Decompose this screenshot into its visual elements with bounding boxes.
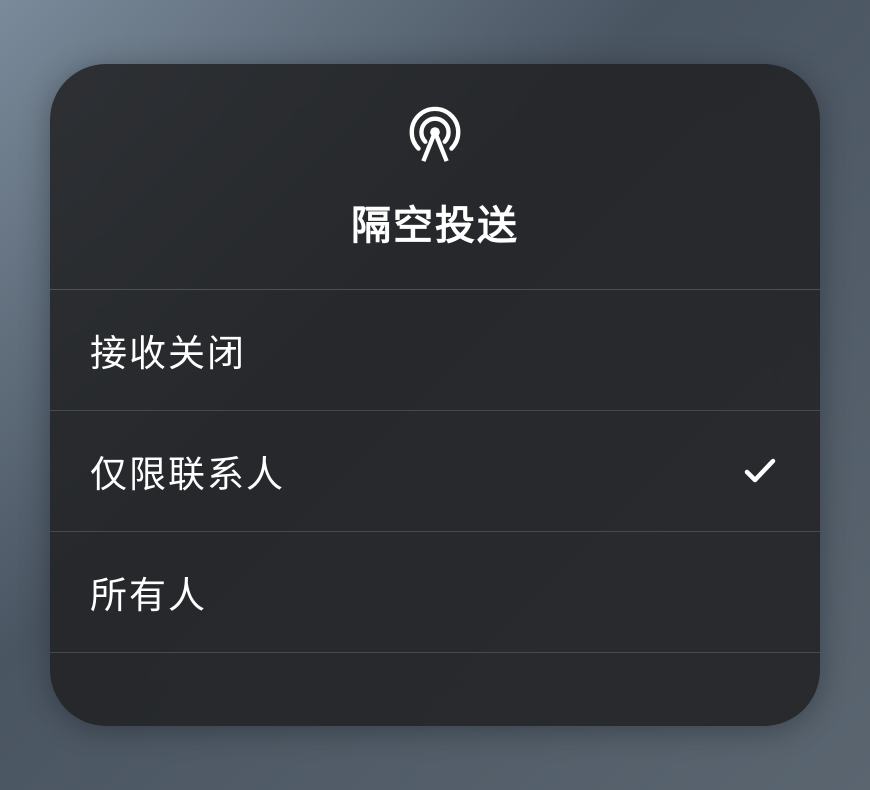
option-label: 所有人 [90, 565, 207, 619]
panel-header: 隔空投送 [50, 64, 820, 290]
airdrop-settings-panel: 隔空投送 接收关闭 仅限联系人 所有人 [50, 64, 820, 726]
checkmark-icon [740, 451, 780, 491]
option-label: 仅限联系人 [90, 444, 285, 498]
option-label: 接收关闭 [90, 323, 246, 377]
airdrop-icon [404, 103, 466, 165]
panel-title: 隔空投送 [351, 193, 519, 251]
option-receiving-off[interactable]: 接收关闭 [50, 290, 820, 411]
option-contacts-only[interactable]: 仅限联系人 [50, 411, 820, 532]
option-list: 接收关闭 仅限联系人 所有人 [50, 290, 820, 653]
option-everyone[interactable]: 所有人 [50, 532, 820, 653]
